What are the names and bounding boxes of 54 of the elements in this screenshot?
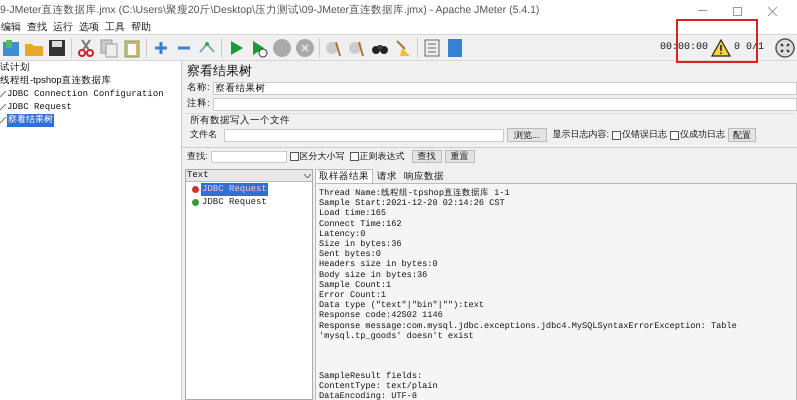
menu-item[interactable]: 运行 xyxy=(52,23,74,33)
comment-label: 注释: xyxy=(187,96,210,111)
checkbox[interactable] xyxy=(612,130,622,140)
scissors-icon[interactable] xyxy=(76,38,96,58)
list-icon[interactable] xyxy=(422,38,442,58)
window-title: 9-JMeter直连数据库.jmx (C:\Users\聚瘦20斤\Desktop\压力测试\09-JMeter直连数据库.jmx) - Apache JMeter (5.4.1) xyxy=(0,3,540,18)
menu-item[interactable]: 工具 xyxy=(104,23,126,33)
tab[interactable]: 响应数据 xyxy=(401,170,447,183)
checkbox-label: 仅错误日志 xyxy=(622,128,668,142)
name-field[interactable]: 察看结果树 xyxy=(212,82,797,94)
warning-icon[interactable] xyxy=(710,38,731,56)
browse-button[interactable]: 浏览... xyxy=(507,128,547,142)
renderer-dropdown[interactable]: Text xyxy=(186,170,312,182)
file-name-field[interactable] xyxy=(224,128,504,142)
configure-button[interactable]: 配置 xyxy=(728,128,756,142)
panel-title: 察看结果树 xyxy=(186,62,253,80)
file-name-label: 文件名 xyxy=(190,128,217,142)
tree-item[interactable]: JDBC Connection Configuration xyxy=(7,88,164,102)
minimize-icon[interactable] xyxy=(698,10,707,12)
menu-item[interactable]: 选项 xyxy=(78,23,100,33)
comment-field[interactable] xyxy=(212,98,797,110)
tree-item[interactable]: 试计划 xyxy=(0,61,30,76)
tab[interactable]: 请求 xyxy=(374,170,400,183)
tree-item[interactable]: 察看结果树 xyxy=(7,114,54,128)
close-icon[interactable] xyxy=(768,6,777,16)
name-label: 名称: xyxy=(187,80,210,95)
menu-item[interactable]: 查找 xyxy=(26,23,48,33)
maximize-icon[interactable] xyxy=(733,6,742,16)
search-button[interactable]: 重置 xyxy=(444,150,475,163)
log-label: 显示日志内容: xyxy=(552,128,610,142)
clipboard-icon[interactable] xyxy=(122,38,142,58)
save-icon[interactable] xyxy=(47,38,67,58)
chevron-down-icon xyxy=(304,174,311,178)
sample-result-text: Thread Name:线程组-tpshop直连数据库 1-1 Sample Start:2021-12-28 02:14:26 CST Load time:165 Connect Time:162 Latency:0 Size in bytes:36 Sent bytes:0 Headers size in bytes:0 Body size in bytes:36 Sample Count:1 Error Count:1 Data type ("text"|"bin"|""):text Response code:42S02 1146 Response message:com.mysql.jdbc.exceptions.jdbc4.MySQLSyntaxErrorException: Table 'mysql.tp_goods' doesn't exist SampleResult fields: ContentType: text/plain DataEncoding: UTF-8 xyxy=(315,183,797,400)
checkbox[interactable] xyxy=(350,152,359,161)
checkbox[interactable] xyxy=(670,130,680,140)
result-item[interactable]: JDBC Request xyxy=(201,196,268,210)
checkbox[interactable] xyxy=(290,152,299,161)
section-title: 所有数据写入一个文件 xyxy=(189,114,291,127)
template-icon[interactable] xyxy=(1,38,21,58)
checkbox-label: 正则表达式 xyxy=(360,150,405,163)
menu-item[interactable]: 编辑 xyxy=(0,23,22,33)
checkbox-label: 仅成功日志 xyxy=(680,128,726,142)
copy-icon[interactable] xyxy=(99,38,119,58)
menu-item[interactable]: 帮助 xyxy=(130,23,152,33)
globe-icon[interactable] xyxy=(775,38,795,58)
tree-item[interactable]: JDBC Request xyxy=(7,100,72,114)
shutdown-icon[interactable] xyxy=(295,38,315,58)
search-label: 查找: xyxy=(187,150,208,163)
checkbox-label: 区分大小写 xyxy=(300,150,345,163)
search-field[interactable] xyxy=(210,150,287,162)
tab[interactable]: 取样器结果 xyxy=(315,169,373,183)
tree-item[interactable]: 线程组-tpshop直连数据库 xyxy=(0,74,112,89)
search-button[interactable]: 查找 xyxy=(412,150,442,163)
